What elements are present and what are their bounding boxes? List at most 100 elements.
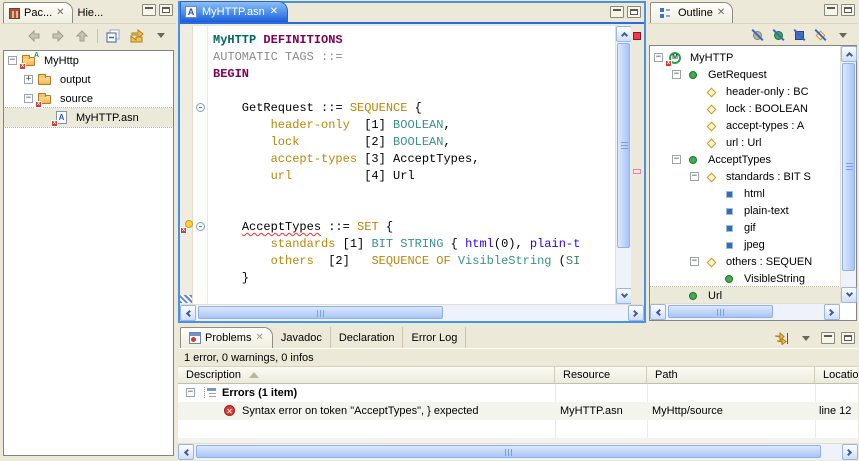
collapse-icon[interactable]: −: [24, 94, 33, 103]
tree-item-myhttp[interactable]: − Mx MyHTTP: [650, 49, 840, 66]
view-menu-icon[interactable]: [797, 329, 815, 347]
maximize-icon[interactable]: [627, 6, 641, 18]
minimize-icon[interactable]: [824, 4, 838, 16]
tab-error-log[interactable]: Error Log: [403, 327, 467, 348]
scrollbar-thumb[interactable]: [668, 305, 773, 318]
error-group-row[interactable]: − Errors (1 item): [178, 384, 858, 402]
tree-item-accepttypes[interactable]: − AcceptTypes: [650, 151, 840, 168]
tree-item-getrequest[interactable]: − GetRequest: [650, 66, 840, 83]
tree-item-plain-text[interactable]: plain-text: [650, 202, 840, 219]
tree-item-source[interactable]: − x source: [4, 89, 173, 108]
scrollbar-thumb[interactable]: [842, 63, 855, 271]
up-icon[interactable]: [73, 27, 91, 45]
tab-outline[interactable]: Outline ✕: [650, 2, 734, 23]
scroll-right-icon[interactable]: [824, 304, 840, 320]
scroll-left-icon[interactable]: [650, 304, 666, 320]
expand-icon[interactable]: +: [24, 75, 33, 84]
tree-item-url[interactable]: Url: [650, 286, 840, 303]
collapse-icon[interactable]: −: [690, 257, 699, 266]
collapse-icon[interactable]: −: [186, 388, 195, 397]
minimize-icon[interactable]: [610, 6, 624, 18]
field-icon: [703, 136, 720, 150]
scroll-down-icon[interactable]: [616, 288, 632, 304]
filter-circle-gray-icon[interactable]: [750, 28, 765, 43]
scrollbar-thumb[interactable]: [617, 43, 630, 248]
collapse-icon[interactable]: −: [654, 53, 663, 62]
editor-horizontal-scrollbar[interactable]: [180, 304, 644, 321]
collapse-all-icon[interactable]: [104, 27, 122, 45]
scroll-right-icon[interactable]: [628, 305, 644, 321]
outline-horizontal-scrollbar[interactable]: [650, 303, 840, 320]
collapse-fold-icon[interactable]: [196, 103, 205, 112]
filter-circle-green-icon[interactable]: [771, 28, 786, 43]
tree-item-standards-bit-s[interactable]: − standards : BIT S: [650, 168, 840, 185]
tree-item-myhttp[interactable]: − Ax MyHttp: [4, 51, 173, 70]
collapse-icon[interactable]: −: [672, 70, 681, 79]
forward-icon[interactable]: [49, 27, 67, 45]
error-row[interactable]: ✕ Syntax error on token "AcceptTypes", }…: [178, 402, 858, 420]
tree-item-jpeg[interactable]: jpeg: [650, 236, 840, 253]
scroll-down-icon[interactable]: [841, 287, 857, 303]
back-icon[interactable]: [25, 27, 43, 45]
column-resource[interactable]: Resource: [555, 367, 647, 383]
error-overview-icon[interactable]: [633, 32, 641, 40]
outline-tree[interactable]: − Mx MyHTTP − GetRequest header-only : BC lock…: [650, 46, 840, 303]
tab-problems[interactable]: Problems ✕: [180, 327, 273, 348]
collapse-icon[interactable]: −: [690, 172, 699, 181]
tab-hierarchy[interactable]: Hie...: [73, 2, 111, 23]
code-line: lock [2] BOOLEAN,: [270, 135, 451, 149]
link-with-editor-icon[interactable]: [128, 27, 146, 45]
maximize-icon[interactable]: [841, 4, 855, 16]
editor-window-buttons: [610, 6, 641, 18]
package-explorer-tree[interactable]: − Ax MyHttp + output − x source Ax MyHTTP.asn: [3, 50, 174, 456]
close-icon[interactable]: ✕: [270, 7, 278, 17]
tree-item-visiblestring[interactable]: VisibleString: [650, 270, 840, 287]
tab-javadoc[interactable]: Javadoc: [273, 327, 331, 348]
problems-horizontal-scrollbar[interactable]: [178, 443, 858, 460]
filter-square-blue-icon[interactable]: [792, 28, 807, 43]
error-marker[interactable]: [633, 169, 641, 174]
tree-item-others-sequen[interactable]: − others : SEQUEN: [650, 253, 840, 270]
collapse-icon[interactable]: −: [8, 56, 17, 65]
double-arrow-icon[interactable]: [773, 329, 791, 347]
tree-item-accept-types-a[interactable]: accept-types : A: [650, 117, 840, 134]
scrollbar-thumb[interactable]: [198, 306, 443, 319]
scroll-left-icon[interactable]: [178, 444, 194, 460]
scrollbar-thumb[interactable]: [196, 445, 821, 458]
error-quickfix-icon[interactable]: x: [180, 220, 193, 234]
tab-declaration[interactable]: Declaration: [331, 327, 404, 348]
collapse-fold-icon[interactable]: [196, 222, 205, 231]
tab-myhttp-asn[interactable]: A MyHTTP.asn ✕: [180, 1, 289, 22]
view-menu-icon[interactable]: [152, 27, 170, 45]
tree-item-lock-boolean[interactable]: lock : BOOLEAN: [650, 100, 840, 117]
editor-vertical-scrollbar[interactable]: [615, 26, 632, 304]
column-path[interactable]: Path: [647, 367, 815, 383]
tree-item-html[interactable]: html: [650, 185, 840, 202]
collapse-icon[interactable]: −: [672, 155, 681, 164]
column-label: Path: [655, 369, 678, 381]
code-editor[interactable]: MyHTTP DEFINITIONS AUTOMATIC TAGS ::= BEGI…: [208, 26, 615, 304]
maximize-icon[interactable]: [159, 4, 173, 16]
close-icon[interactable]: ✕: [255, 333, 263, 343]
tree-item-url-url[interactable]: url : Url: [650, 134, 840, 151]
filter-diamond-gold-icon[interactable]: [813, 28, 828, 43]
minimize-icon[interactable]: [821, 332, 835, 344]
close-icon[interactable]: ✕: [56, 8, 64, 18]
tab-package-explorer[interactable]: Pac... ✕: [3, 2, 73, 23]
column-location[interactable]: Location: [815, 367, 859, 383]
scroll-left-icon[interactable]: [180, 305, 196, 321]
scroll-up-icon[interactable]: [841, 46, 857, 62]
scroll-right-icon[interactable]: [842, 444, 858, 460]
tree-item-gif[interactable]: gif: [650, 219, 840, 236]
column-description[interactable]: Description: [178, 367, 555, 383]
view-menu-icon[interactable]: [834, 27, 852, 45]
outline-vertical-scrollbar[interactable]: [840, 46, 857, 303]
tree-item-header-only-bc[interactable]: header-only : BC: [650, 83, 840, 100]
minimize-icon[interactable]: [142, 4, 156, 16]
maximize-icon[interactable]: [841, 332, 855, 344]
tree-item-myhttp-asn[interactable]: Ax MyHTTP.asn: [4, 107, 173, 128]
tab-label: Declaration: [338, 331, 395, 344]
scroll-up-icon[interactable]: [616, 26, 632, 42]
tree-item-output[interactable]: + output: [4, 70, 173, 89]
close-icon[interactable]: ✕: [717, 8, 725, 18]
